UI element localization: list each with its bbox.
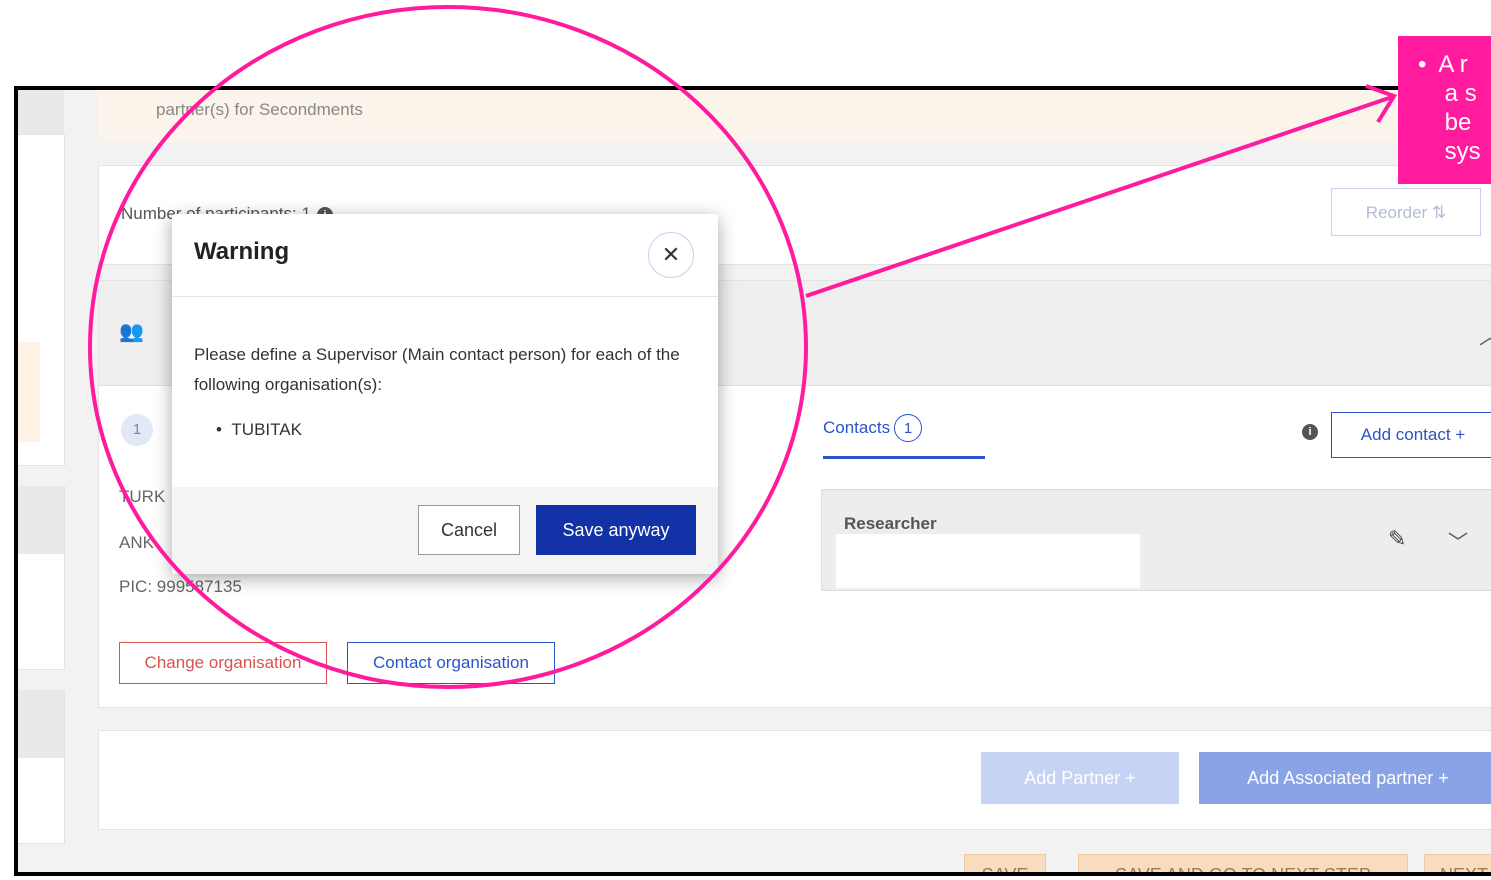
close-icon[interactable]: ✕ [648,232,694,278]
dialog-title: Warning [194,238,290,265]
contacts-count-badge: 1 [894,414,923,442]
sidebar-header [18,90,64,134]
dialog-message: Please define a Supervisor (Main contact… [194,345,680,394]
left-sidebar [18,90,80,872]
chevron-up-icon[interactable]: ︿ [1479,319,1491,351]
add-partners-card: Add Partner + Add Associated partner + [98,730,1491,830]
add-associated-partner-button[interactable]: Add Associated partner + [1199,752,1491,804]
save-next-step-button[interactable]: SAVE AND GO TO NEXT STEP [1078,854,1408,872]
organisation-list: • TUBITAK [216,420,302,440]
organisation-item: TUBITAK [231,420,302,439]
cancel-button[interactable]: Cancel [418,505,520,555]
contact-organisation-button[interactable]: Contact organisation [347,642,555,684]
tab-contacts[interactable]: Contacts 1 [823,414,985,459]
researcher-contact-card: Researcher ✎ ﹀ [821,489,1491,591]
org-city: ANK [119,533,154,552]
reorder-button[interactable]: Reorder ⇅ [1331,188,1481,236]
people-icon: 👥 [119,321,144,343]
contacts-tab-label: Contacts [823,418,891,437]
info-icon[interactable]: i [1302,424,1318,440]
add-partner-button[interactable]: Add Partner + [981,752,1179,804]
save-anyway-button[interactable]: Save anyway [536,505,696,555]
add-contact-button[interactable]: Add contact + [1331,412,1491,458]
change-organisation-button[interactable]: Change organisation [119,642,327,684]
info-banner: partner(s) for Secondments [98,90,1491,142]
researcher-label: Researcher [844,514,937,533]
screenshot-frame: partner(s) for Secondments Number of par… [14,86,1491,876]
researcher-name-redacted [836,534,1140,588]
chevron-down-icon[interactable]: ﹀ [1448,526,1468,555]
sidebar-accent [18,342,40,442]
dialog-divider [172,296,718,297]
dialog-footer: Cancel Save anyway [172,487,718,574]
annotation-callout: • A r a s be sys [1398,36,1491,184]
sidebar-header [18,690,64,758]
org-country: TURK [119,487,166,506]
warning-dialog: Warning ✕ Please define a Supervisor (Ma… [172,214,718,574]
banner-text: partner(s) for Secondments [156,100,363,119]
callout-text: • A r a s be sys [1418,51,1481,165]
save-button[interactable]: SAVE [964,854,1046,872]
org-pic: PIC: 999587135 [119,577,242,596]
bullet-icon: • [216,420,232,439]
next-button[interactable]: NEXT [1424,854,1491,872]
pencil-icon[interactable]: ✎ [1388,526,1406,552]
sidebar-header [18,486,64,554]
partner-number-badge: 1 [121,414,153,446]
